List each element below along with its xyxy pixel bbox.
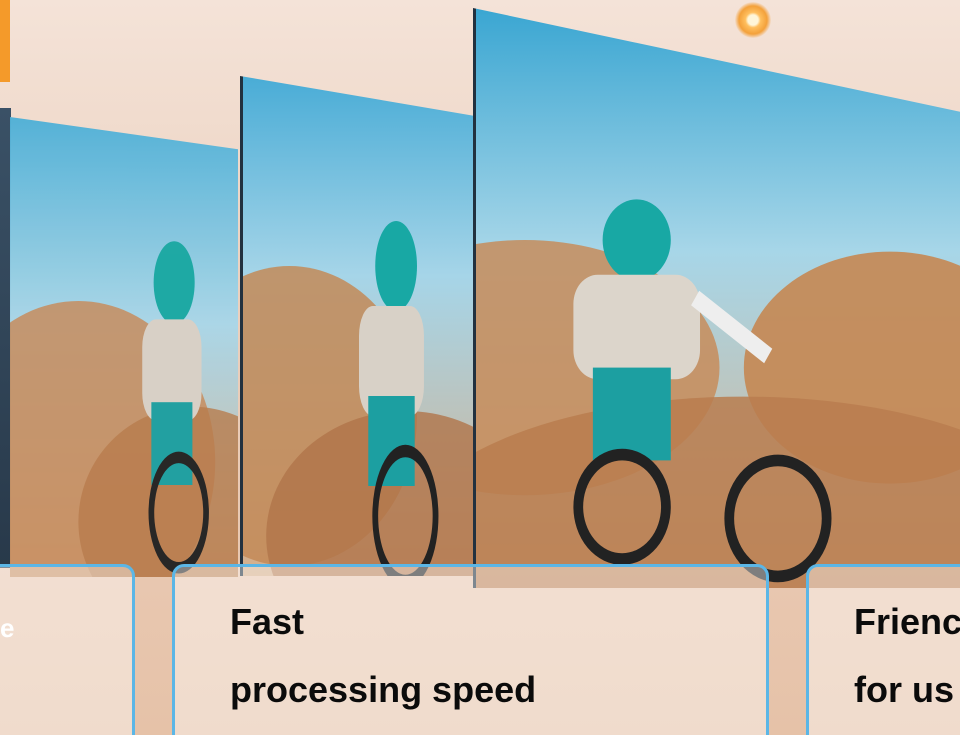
bike-image-panel-small (10, 117, 238, 577)
feature-card-fast-processing: Fast processing speed (172, 564, 769, 735)
feature-card-left (0, 564, 135, 735)
feature-card-friendly: Frienc for us (806, 564, 960, 735)
card-subtitle: for us (854, 669, 955, 710)
card-title: Fast (230, 601, 305, 642)
card-subtitle: processing speed (230, 669, 537, 710)
circuit-node-icon (735, 2, 771, 38)
bike-image-panel-medium (240, 76, 475, 576)
left-dark-strip: e (0, 108, 14, 643)
card-title: Frienc (854, 601, 960, 642)
bike-image-panel-large (473, 8, 960, 588)
background: e Fast processing speed Frienc for us (0, 0, 960, 735)
orange-accent-tab (0, 0, 10, 82)
